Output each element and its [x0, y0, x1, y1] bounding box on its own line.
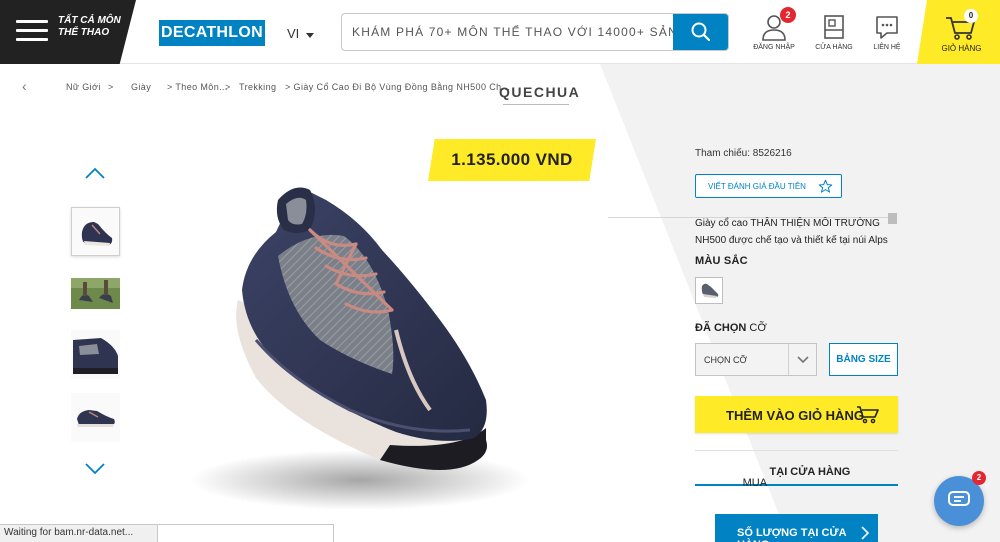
browser-status-bar: Waiting for bam.nr-data.net... [0, 524, 158, 542]
brand-name[interactable]: QUECHUA [499, 84, 580, 100]
status-bar-extension [158, 524, 334, 542]
chat-badge: 2 [972, 471, 986, 485]
shoe-thumbnail-image [72, 208, 119, 255]
breadcrumb-separator: > [108, 82, 114, 92]
all-sports-menu-button[interactable]: TẤT CẢ MÔN THỂ THAO [0, 0, 136, 64]
size-label: ĐÃ CHỌN CỠ [695, 322, 767, 334]
cart-icon [857, 406, 879, 424]
shoe-profile-thumbnail-image [71, 393, 120, 442]
size-dropdown-toggle[interactable] [788, 344, 816, 375]
write-review-label: VIẾT ĐÁNH GIÁ ĐẦU TIÊN [708, 182, 806, 191]
search-bar [341, 13, 729, 51]
buy-in-store-bold: TẠI CỬA HÀNG [769, 466, 851, 478]
thumbnail-up-arrow-icon[interactable] [84, 166, 106, 180]
site-header: TẤT CẢ MÔN THỂ THAO DECATHLON VI 2 ĐĂNG … [0, 0, 1000, 64]
breadcrumb-separator: > [225, 82, 231, 92]
buy-in-store-tab[interactable]: MUA TẠI CỬA HÀNG [695, 450, 898, 489]
search-icon [691, 22, 711, 42]
thumbnail-1[interactable] [71, 207, 120, 256]
size-label-bold: ĐÃ CHỌN [695, 322, 747, 334]
chat-icon [948, 491, 970, 506]
login-label: ĐĂNG NHẬP [753, 44, 795, 51]
buy-in-store-prefix: MUA [742, 477, 767, 489]
size-select[interactable]: CHỌN CỠ [695, 343, 817, 376]
shoe-swatch-image [701, 283, 719, 298]
store-icon [824, 15, 844, 39]
breadcrumb-item-current: > Giày Cổ Cao Đi Bộ Vùng Đồng Bằng NH500… [285, 82, 511, 92]
store-label: CỬA HÀNG [815, 44, 853, 51]
size-label-rest: CỠ [749, 322, 767, 334]
search-button[interactable] [673, 14, 728, 50]
shoe-side-thumbnail-image [71, 330, 120, 379]
star-icon [818, 179, 833, 193]
search-input[interactable] [342, 14, 674, 50]
price-tag: 1.135.000 VND [428, 139, 596, 181]
write-review-button[interactable]: VIẾT ĐÁNH GIÁ ĐẦU TIÊN [695, 174, 842, 198]
thumbnail-2[interactable] [71, 270, 120, 319]
cart-label: GIỎ HÀNG [941, 44, 982, 53]
add-to-cart-label: THÊM VÀO GIỎ HÀNG [726, 408, 864, 423]
brand-underline [503, 104, 569, 105]
store-button[interactable]: CỬA HÀNG [814, 12, 854, 56]
login-button[interactable]: 2 ĐĂNG NHẬP [753, 7, 796, 56]
back-arrow-icon[interactable]: ‹ [22, 79, 27, 93]
breadcrumb-item-trekking[interactable]: Trekking [239, 82, 276, 92]
chevron-right-icon [861, 526, 870, 540]
contact-icon [876, 16, 898, 39]
outdoor-thumbnail-image [71, 270, 120, 319]
buy-in-store-label: MUA TẠI CỬA HÀNG [743, 466, 851, 489]
color-swatch[interactable] [695, 277, 723, 304]
decathlon-logo[interactable]: DECATHLON [159, 20, 265, 46]
thumbnail-4[interactable] [71, 393, 120, 442]
thumbnail-3[interactable] [71, 330, 120, 379]
store-stock-label: SỐ LƯỢNG TẠI CỬA HÀNG [737, 527, 847, 542]
language-selector[interactable]: VI [287, 26, 299, 41]
store-stock-button[interactable]: SỐ LƯỢNG TẠI CỬA HÀNG [715, 514, 878, 542]
cart-count-badge: 0 [964, 9, 978, 23]
cart-button[interactable]: 0 GIỎ HÀNG [917, 0, 1000, 64]
product-reference: Tham chiếu: 8526216 [695, 148, 792, 159]
all-sports-label: TẤT CẢ MÔN THỂ THAO [58, 15, 121, 38]
breadcrumb-item-by-sport[interactable]: > Theo Môn... [167, 82, 228, 92]
product-price: 1.135.000 VND [451, 150, 573, 169]
product-description: Giày cổ cao THÂN THIỆN MÔI TRƯỜNG NH500 … [695, 218, 888, 246]
size-guide-button[interactable]: BẢNG SIZE [829, 343, 898, 376]
thumbnail-down-arrow-icon[interactable] [84, 462, 106, 476]
breadcrumb-item-women[interactable]: Nữ Giới [66, 82, 101, 92]
hamburger-icon [16, 20, 48, 42]
contact-label: LIÊN HỆ [873, 44, 901, 51]
login-badge: 2 [780, 7, 796, 23]
chevron-down-icon[interactable] [306, 33, 314, 38]
add-to-cart-button[interactable]: THÊM VÀO GIỎ HÀNG [695, 396, 898, 433]
product-main-image[interactable] [160, 160, 560, 520]
color-label: MÀU SẮC [695, 255, 748, 267]
breadcrumb-item-shoes[interactable]: Giày [131, 82, 151, 92]
size-select-value: CHỌN CỠ [704, 355, 748, 365]
chevron-down-icon [797, 356, 809, 364]
contact-button[interactable]: LIÊN HỆ [867, 12, 907, 56]
